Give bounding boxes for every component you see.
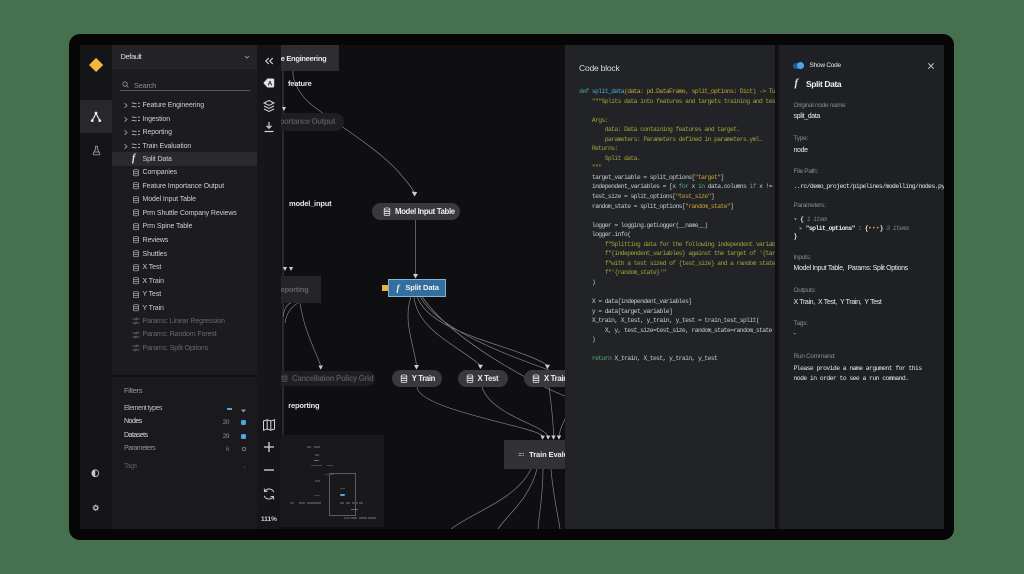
svg-text:A: A <box>268 80 273 87</box>
